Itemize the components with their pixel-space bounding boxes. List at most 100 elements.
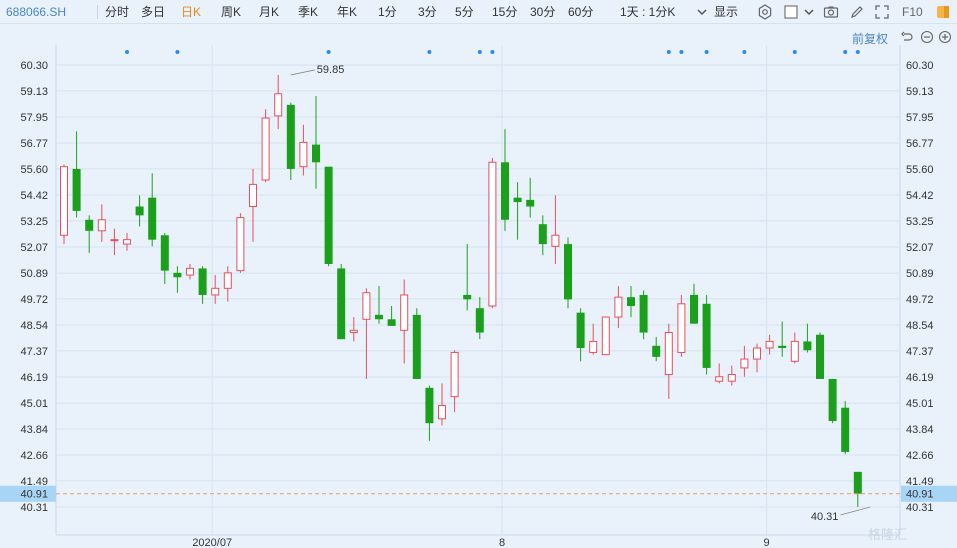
- candle-body: [425, 387, 434, 424]
- candle-body: [803, 341, 812, 351]
- candle-body: [816, 334, 824, 379]
- price-tick-label: 40.31: [20, 502, 48, 514]
- candle-body: [576, 312, 585, 349]
- candle-up: [186, 263, 194, 280]
- candle-body: [551, 234, 560, 247]
- candle-body: [337, 268, 346, 340]
- candle-body: [765, 340, 774, 349]
- price-tick-label: 55.60: [20, 164, 48, 176]
- candle-up: [765, 334, 774, 355]
- candle-down: [198, 266, 207, 304]
- candle-body: [173, 272, 182, 278]
- price-tick-label: 60.30: [20, 60, 48, 72]
- price-tick-label: 59.13: [906, 86, 934, 98]
- candle-body: [438, 405, 446, 420]
- candle-up: [601, 316, 610, 356]
- price-tick-label: 45.01: [906, 398, 934, 410]
- candle-body: [526, 199, 535, 207]
- candle-body: [286, 104, 295, 169]
- price-tick-label: 53.25: [906, 216, 934, 228]
- candle-body: [614, 296, 623, 318]
- event-marker-dot: [742, 50, 747, 54]
- candle-up: [236, 213, 245, 273]
- candle-body: [412, 314, 421, 379]
- event-marker-dot: [125, 50, 129, 54]
- candle-body: [236, 217, 245, 272]
- price-tick-label: 54.42: [20, 190, 48, 202]
- candle-body: [312, 144, 320, 163]
- price-tick-label: 43.84: [906, 424, 934, 436]
- event-marker-dot: [843, 50, 848, 54]
- price-tick-label: 50.89: [906, 268, 934, 280]
- candlestick-chart[interactable]: 60.30 60.30 59.13 59.13 57.95 57.95 56.77 56.77…: [0, 0, 957, 548]
- candle-up: [551, 195, 560, 264]
- candle-body: [186, 267, 194, 276]
- candle-up: [753, 343, 761, 373]
- chart-grid: [55, 45, 901, 536]
- candle-body: [753, 347, 761, 360]
- price-tick-label: 52.07: [20, 242, 48, 254]
- candle-body: [97, 219, 106, 232]
- candle-body: [123, 239, 131, 245]
- price-tick-label: 43.84: [20, 424, 48, 436]
- candle-body: [349, 329, 358, 334]
- candle-body: [299, 141, 308, 168]
- candle-body: [513, 197, 522, 203]
- event-marker-dot: [666, 50, 671, 54]
- candle-body: [198, 268, 207, 295]
- price-tick-label: 52.07: [906, 242, 934, 254]
- candle-body: [110, 239, 119, 242]
- candle-up: [299, 124, 308, 176]
- candle-down: [690, 283, 698, 324]
- price-tick-label: 57.95: [20, 112, 48, 124]
- candle-body: [564, 244, 572, 300]
- axis-labels: 60.30 60.30 59.13 59.13 57.95 57.95 56.77 56.77…: [0, 60, 957, 548]
- candle-up: [211, 275, 220, 304]
- price-tick-label: 46.19: [20, 372, 48, 384]
- price-tick-label: 57.95: [906, 112, 934, 124]
- candle-body: [375, 314, 383, 320]
- candle-body: [60, 166, 68, 236]
- candle-body: [463, 294, 472, 300]
- candle-down: [387, 306, 396, 326]
- candle-body: [627, 297, 635, 307]
- price-tick-label: 48.54: [906, 320, 934, 332]
- candle-up: [223, 266, 232, 302]
- price-tick-label: 56.77: [20, 138, 48, 150]
- candle-body: [652, 345, 661, 357]
- current-price-label-right: 40.91: [906, 489, 934, 501]
- low-annotation-label: 40.31: [811, 511, 839, 523]
- candle-down: [828, 378, 837, 424]
- candle-down: [475, 297, 484, 340]
- candle-body: [274, 93, 283, 117]
- candle-up: [727, 365, 736, 386]
- candle-body: [148, 197, 157, 240]
- candle-body: [828, 378, 837, 421]
- price-tick-label: 42.66: [906, 450, 934, 462]
- candle-body: [715, 376, 724, 382]
- candle-down: [337, 263, 346, 340]
- candle-down: [72, 131, 81, 218]
- candle-down: [412, 308, 421, 379]
- candle-down: [526, 177, 535, 218]
- candle-body: [135, 206, 144, 216]
- candle-up: [349, 317, 358, 342]
- candle-up: [715, 363, 724, 384]
- event-marker-dot: [855, 50, 860, 54]
- candle-body: [387, 319, 396, 326]
- candle-down: [803, 323, 812, 353]
- candle-down: [841, 401, 850, 455]
- candle-body: [211, 287, 220, 296]
- candle-up: [249, 168, 257, 242]
- event-marker-dot: [175, 50, 180, 54]
- candle-down: [702, 294, 711, 375]
- candle-body: [160, 235, 169, 271]
- candle-body: [223, 272, 232, 289]
- candle-down: [148, 173, 157, 247]
- candle-up: [123, 233, 131, 251]
- candle-down: [135, 195, 144, 227]
- candle-up: [60, 164, 68, 245]
- price-tick-label: 55.60: [906, 164, 934, 176]
- price-tick-label: 40.31: [906, 502, 934, 514]
- candle-down: [853, 471, 862, 507]
